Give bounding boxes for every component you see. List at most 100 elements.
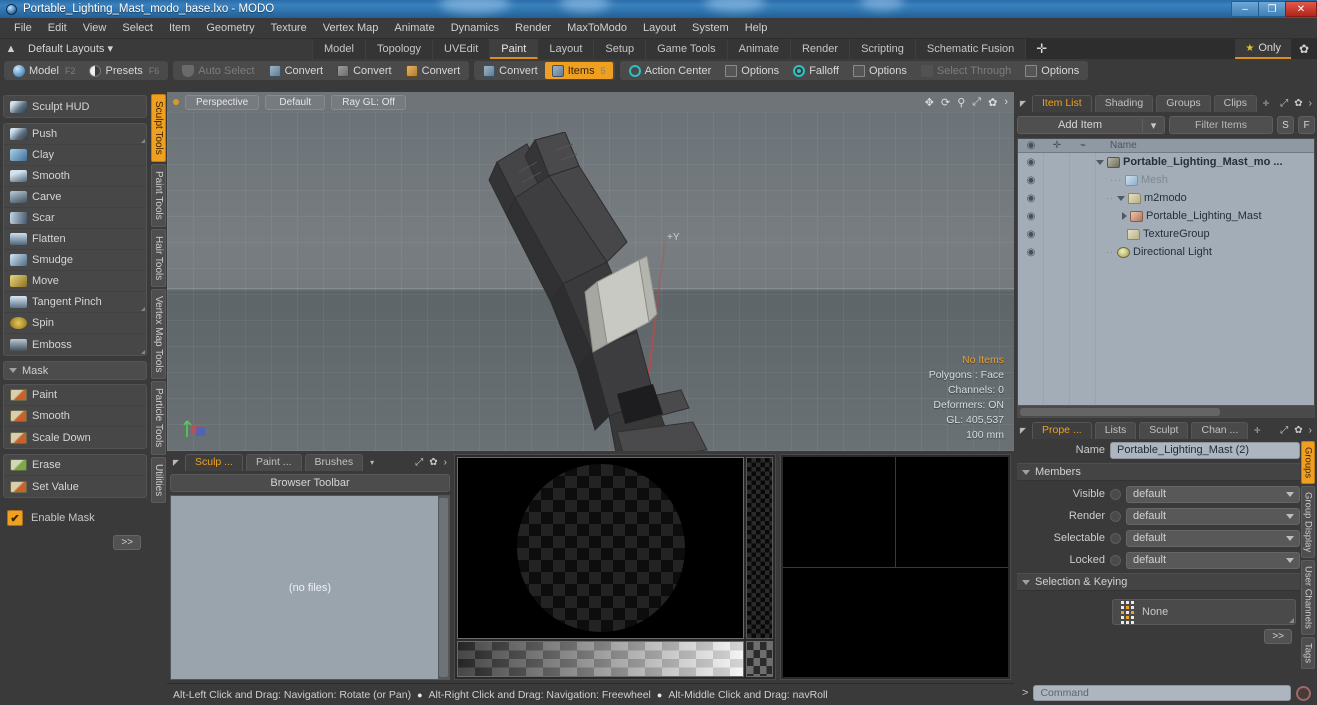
move-icon[interactable]: ✥ [925, 96, 934, 109]
gear-icon[interactable]: ✿ [1294, 98, 1302, 109]
expand-icon[interactable]: ⤢ [1280, 98, 1288, 109]
visibility-eye-icon[interactable]: ◉ [1018, 193, 1044, 204]
gear-icon[interactable]: ✿ [429, 457, 437, 468]
viewport-shading-button[interactable]: Default [265, 94, 326, 110]
select-through-options-button[interactable]: Options [1018, 62, 1086, 79]
convert-polygons-button[interactable]: Convert [399, 62, 468, 79]
gear-icon[interactable]: ✿ [1294, 425, 1302, 436]
chevron-right-icon[interactable]: › [1309, 98, 1312, 109]
brush-alpha-preview[interactable] [457, 457, 744, 639]
convert-materials-button[interactable]: Convert [476, 62, 545, 79]
menu-dynamics[interactable]: Dynamics [443, 18, 507, 39]
tab-sculpt[interactable]: Sculpt [1139, 422, 1189, 439]
model-portable-lighting-mast[interactable] [467, 131, 727, 451]
gear-icon[interactable]: ✿ [1291, 39, 1317, 59]
tab-setup[interactable]: Setup [594, 39, 647, 59]
visibility-eye-icon[interactable]: ◉ [1018, 247, 1044, 258]
rvtab-user-channels[interactable]: User Channels [1300, 560, 1315, 636]
browser-file-list[interactable]: (no files) [170, 495, 450, 680]
mask-smooth[interactable]: Smooth [4, 406, 146, 427]
auto-select-button[interactable]: Auto Select [175, 62, 261, 79]
brush-clay[interactable]: Clay [4, 145, 146, 166]
visibility-eye-icon[interactable]: ◉ [1018, 211, 1044, 222]
viewport-raygl-button[interactable]: Ray GL: Off [331, 94, 406, 110]
tab-brushes-browser[interactable]: Brushes [304, 454, 364, 471]
tab-schematic-fusion[interactable]: Schematic Fusion [915, 39, 1027, 59]
add-item-button[interactable]: Add Item ▾ [1017, 116, 1165, 134]
selectable-indicator-icon[interactable] [1110, 532, 1121, 544]
tab-scripting[interactable]: Scripting [850, 39, 916, 59]
visibility-eye-icon[interactable]: ◉ [1018, 157, 1044, 168]
items-mode-button[interactable]: Items 5 [544, 62, 613, 79]
visibility-eye-icon[interactable]: ◉ [1018, 229, 1044, 240]
only-toggle[interactable]: ★ Only [1235, 39, 1291, 59]
selection-keying-section-header[interactable]: Selection & Keying [1017, 573, 1300, 591]
name-field[interactable]: Portable_Lighting_Mast (2) [1110, 441, 1300, 459]
filter-items-input[interactable]: Filter Items [1169, 116, 1273, 134]
viewport-3d[interactable]: +Y No Items Polygons: Face Channels: 0 … [167, 112, 1014, 451]
item-list-scrollbar[interactable] [1018, 405, 1314, 417]
chevron-down-icon[interactable] [1096, 159, 1104, 165]
left-more-button[interactable]: >> [113, 535, 141, 550]
vtab-sculpt-tools[interactable]: Sculpt Tools [151, 94, 166, 162]
command-input[interactable]: Command [1033, 685, 1291, 701]
chevron-right-icon[interactable]: › [444, 457, 447, 468]
vtab-particle-tools[interactable]: Particle Tools [151, 381, 166, 455]
enable-mask-toggle[interactable]: ✔ Enable Mask [3, 507, 147, 529]
rotate-icon[interactable]: ⟳ [941, 96, 950, 109]
brush-spin[interactable]: Spin [4, 313, 146, 334]
brush-move[interactable]: Move [4, 271, 146, 292]
menu-file[interactable]: File [6, 18, 40, 39]
panel-menu-icon[interactable]: ◤ [1017, 422, 1029, 439]
properties-more-button[interactable]: >> [1264, 629, 1292, 644]
preview-cell-3[interactable] [783, 567, 1008, 677]
table-row[interactable]: ◉ ··· Mesh [1018, 171, 1314, 189]
home-icon[interactable]: ▲ [0, 39, 22, 59]
tab-uvedit[interactable]: UVEdit [433, 39, 491, 59]
action-center-button[interactable]: Action Center [622, 62, 719, 79]
chevron-down-icon[interactable]: ▾ [366, 454, 378, 471]
tab-shading[interactable]: Shading [1094, 95, 1154, 112]
menu-view[interactable]: View [75, 18, 115, 39]
preview-cell-1[interactable] [783, 457, 895, 567]
menu-item[interactable]: Item [161, 18, 198, 39]
preview-panel[interactable] [780, 454, 1011, 680]
rvtab-group-display[interactable]: Group Display [1300, 486, 1315, 559]
tab-clips[interactable]: Clips [1213, 95, 1258, 112]
brush-carve[interactable]: Carve [4, 187, 146, 208]
chevron-right-icon[interactable] [1122, 212, 1127, 220]
viewport-perspective-button[interactable]: Perspective [185, 94, 260, 110]
vtab-vertex-map-tools[interactable]: Vertex Map Tools [151, 288, 166, 380]
gear-icon[interactable]: ✿ [988, 96, 997, 109]
maximize-button[interactable]: ❐ [1258, 1, 1285, 17]
minimize-button[interactable]: – [1231, 1, 1258, 17]
table-row[interactable]: ◉ TextureGroup [1018, 225, 1314, 243]
brush-flatten[interactable]: Flatten [4, 229, 146, 250]
browser-scrollbar[interactable] [438, 496, 449, 679]
falloff-options-button[interactable]: Options [846, 62, 914, 79]
tab-properties[interactable]: Prope ... [1032, 422, 1092, 439]
filter-f-button[interactable]: F [1298, 116, 1315, 134]
action-center-options-button[interactable]: Options [718, 62, 786, 79]
brush-alpha-strip[interactable] [746, 457, 773, 639]
menu-layout[interactable]: Layout [635, 18, 684, 39]
menu-texture[interactable]: Texture [263, 18, 315, 39]
table-row[interactable]: ◉ ·· Directional Light [1018, 243, 1314, 261]
table-row[interactable]: ◉ Portable_Lighting_Mast_mo ... [1018, 153, 1314, 171]
chevron-right-icon[interactable]: › [1309, 425, 1312, 436]
expand-icon[interactable]: ⤢ [1280, 425, 1288, 436]
mask-section-header[interactable]: Mask [3, 361, 147, 380]
item-list-tree[interactable]: ◉ ✛ ⌁ Name ◉ Portable_Lighting_Mast_mo .… [1017, 138, 1315, 418]
expand-icon[interactable]: ⤢ [415, 457, 423, 468]
tab-topology[interactable]: Topology [365, 39, 434, 59]
menu-select[interactable]: Select [114, 18, 161, 39]
menu-geometry[interactable]: Geometry [198, 18, 262, 39]
tab-channels[interactable]: Chan ... [1191, 422, 1249, 439]
mode-model-button[interactable]: Model F2 [6, 62, 82, 79]
locked-indicator-icon[interactable] [1110, 554, 1121, 566]
mask-paint[interactable]: Paint [4, 385, 146, 406]
chevron-right-icon[interactable]: › [1004, 96, 1008, 108]
visible-indicator-icon[interactable] [1110, 488, 1121, 500]
filter-s-button[interactable]: S [1277, 116, 1294, 134]
brush-preview-panel[interactable] [454, 454, 776, 680]
